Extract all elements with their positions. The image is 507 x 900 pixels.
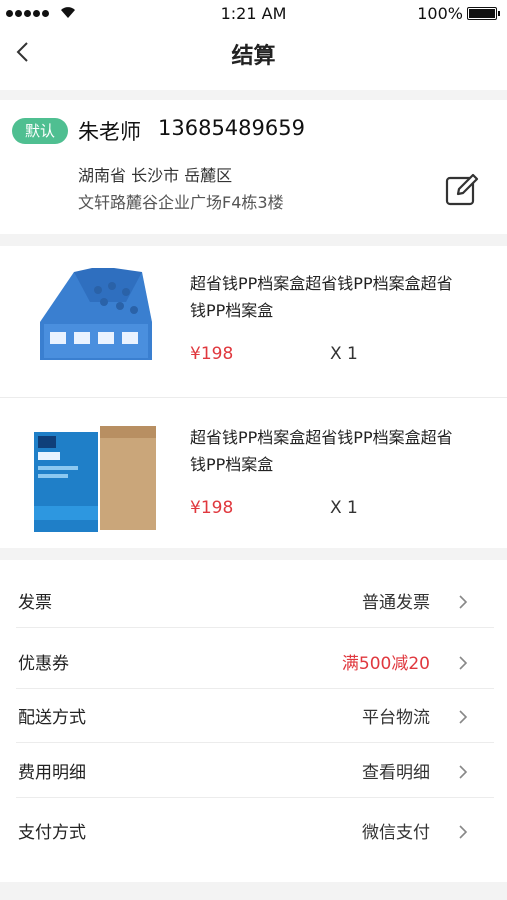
product-divider — [0, 397, 507, 398]
option-value: 普通发票 — [362, 593, 430, 613]
option-label: 配送方式 — [18, 708, 86, 728]
paper-box-image — [34, 426, 156, 532]
recipient-name: 朱老师 — [78, 120, 141, 144]
fee-details-row[interactable]: 费用明细 查看明细 — [16, 744, 494, 798]
row-divider — [16, 627, 494, 628]
option-label: 支付方式 — [18, 823, 86, 843]
chevron-right-icon — [459, 710, 468, 724]
product-name: 超省钱PP档案盒超省钱PP档案盒超省钱PP档案盒 — [190, 274, 453, 320]
product-item[interactable]: 超省钱PP档案盒超省钱PP档案盒超省钱PP档案盒 ¥198 X 1 — [0, 246, 507, 396]
chevron-right-icon — [459, 825, 468, 839]
file-holder-image — [40, 268, 152, 360]
product-name: 超省钱PP档案盒超省钱PP档案盒超省钱PP档案盒 — [190, 428, 453, 474]
status-bar: 1:21 AM 100% — [0, 0, 507, 28]
product-quantity: X 1 — [330, 498, 358, 518]
product-list: 超省钱PP档案盒超省钱PP档案盒超省钱PP档案盒 ¥198 X 1 超省钱PP档… — [0, 246, 507, 548]
invoice-row[interactable]: 发票 普通发票 — [16, 574, 494, 628]
recipient-phone: 13685489659 — [158, 116, 305, 140]
coupon-value: 满500减20 — [341, 654, 430, 674]
option-label: 费用明细 — [18, 763, 86, 783]
product-price: ¥198 — [190, 344, 234, 364]
order-options: 发票 普通发票 优惠券 满500减20 配送方式 平台物流 费用明细 查看明细 … — [0, 560, 507, 882]
battery-percent: 100% — [417, 4, 463, 23]
row-divider — [16, 797, 494, 798]
option-value: 微信支付 — [362, 823, 430, 843]
chevron-right-icon — [459, 595, 468, 609]
coupon-row[interactable]: 优惠券 满500减20 — [16, 635, 494, 689]
option-value: 查看明细 — [362, 763, 430, 783]
chevron-right-icon — [459, 656, 468, 670]
row-divider — [16, 742, 494, 743]
address-region: 湖南省 长沙市 岳麓区 — [78, 166, 233, 185]
option-label: 优惠券 — [18, 654, 69, 674]
address-street: 文轩路麓谷企业广场F4栋3楼 — [78, 193, 284, 212]
payment-row[interactable]: 支付方式 微信支付 — [16, 804, 494, 858]
default-badge: 默认 — [12, 118, 68, 144]
battery-icon — [467, 7, 500, 20]
product-item[interactable]: 超省钱PP档案盒超省钱PP档案盒超省钱PP档案盒 ¥198 X 1 — [0, 400, 507, 550]
option-value: 平台物流 — [362, 708, 430, 728]
nav-bar: 结算 — [0, 28, 507, 90]
delivery-row[interactable]: 配送方式 平台物流 — [16, 689, 494, 743]
product-price: ¥198 — [190, 498, 234, 518]
option-label: 发票 — [18, 593, 52, 613]
page-title: 结算 — [231, 44, 276, 69]
product-quantity: X 1 — [330, 344, 358, 364]
address-card[interactable]: 默认 朱老师 13685489659 湖南省 长沙市 岳麓区 文轩路麓谷企业广场… — [0, 100, 507, 234]
edit-icon[interactable] — [444, 172, 480, 208]
chevron-right-icon — [459, 765, 468, 779]
